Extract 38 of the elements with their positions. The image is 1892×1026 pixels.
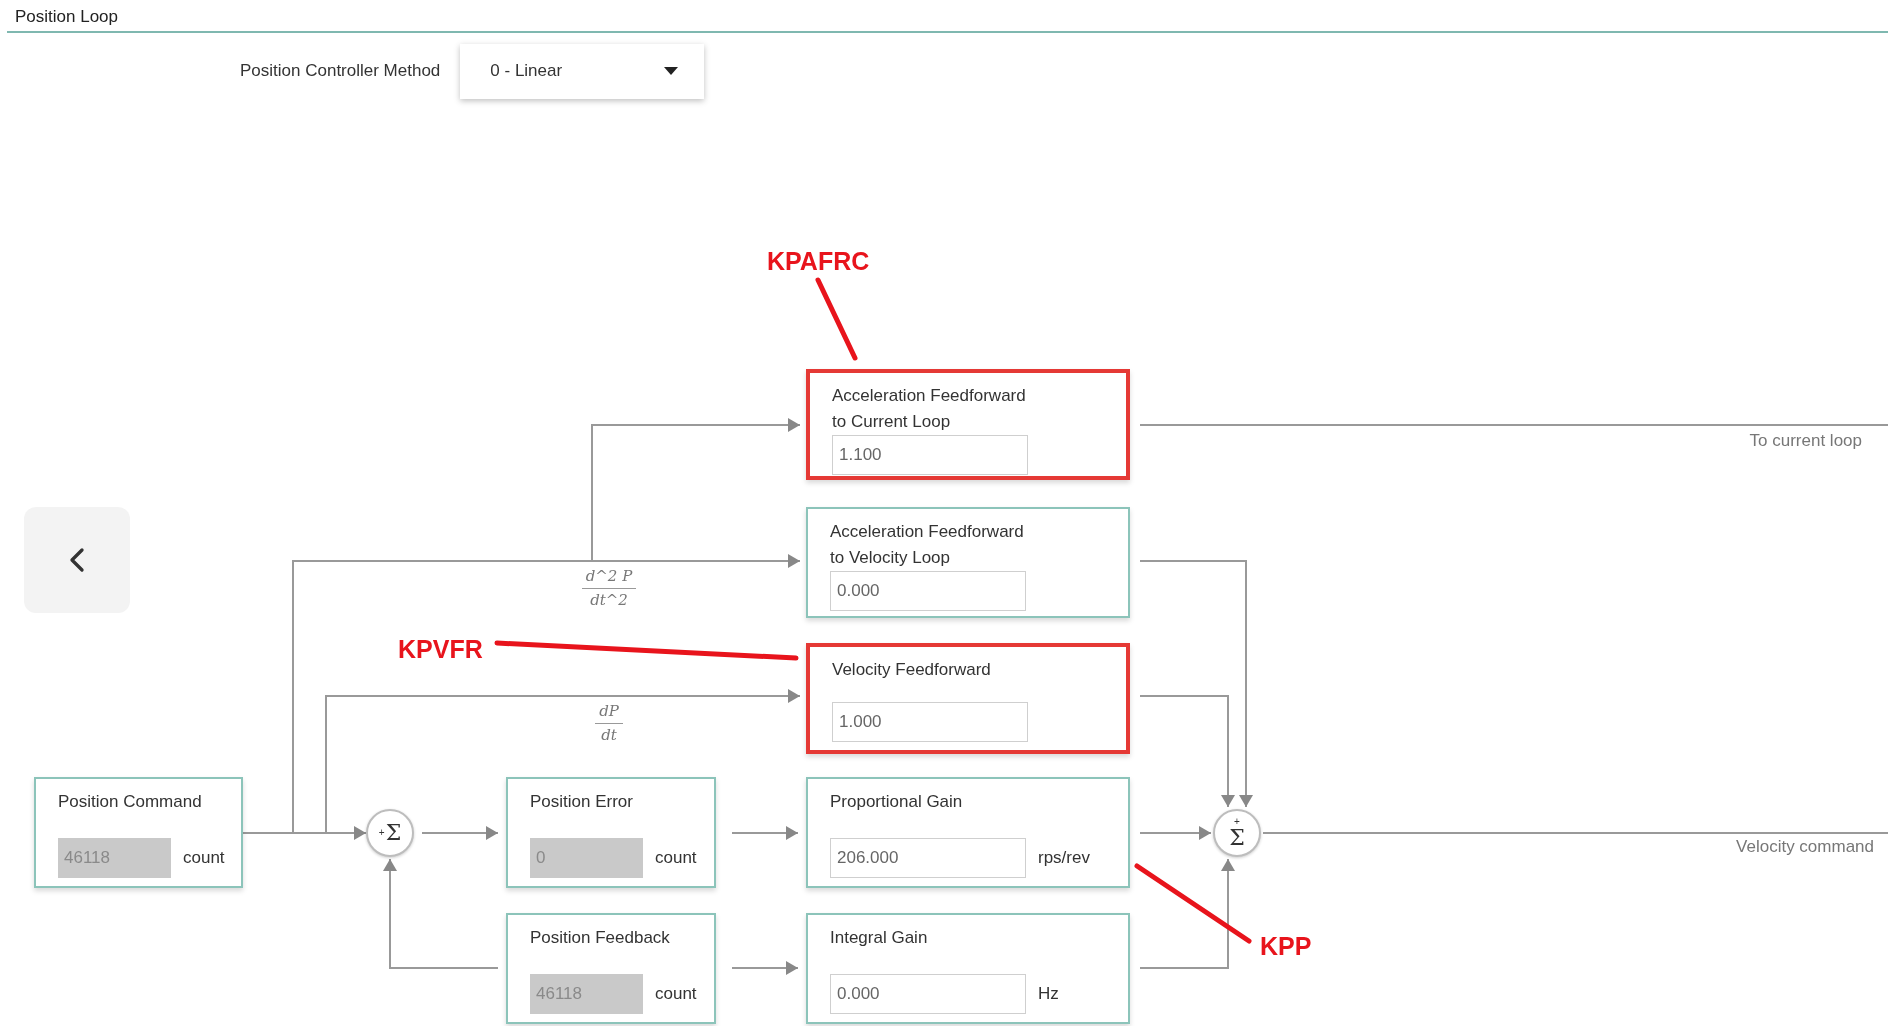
block-title: Velocity Feedforward xyxy=(832,659,992,681)
block-title: Position Feedback xyxy=(530,927,671,949)
block-title: Integral Gain xyxy=(830,927,929,949)
annotation-label: KPP xyxy=(1260,931,1312,962)
annotation-label: KPAFRC xyxy=(767,246,870,277)
output-label: Velocity command xyxy=(1736,836,1874,858)
connector-arrow xyxy=(731,961,799,975)
readout-field: 46118 xyxy=(530,974,643,1014)
input-field[interactable]: 1.000 xyxy=(832,702,1028,742)
annotation-label: KPVFR xyxy=(398,634,483,665)
readout-field: 0 xyxy=(530,838,643,878)
block-title: Acceleration Feedforward to Current Loop xyxy=(832,385,1027,433)
input-field[interactable]: 0.000 xyxy=(830,571,1026,611)
input-field[interactable]: 1.100 xyxy=(832,435,1028,475)
unit-label: Hz xyxy=(1038,983,1059,1006)
output-label: To current loop xyxy=(1749,430,1862,452)
summing-junction: +Σ xyxy=(366,809,414,857)
block-title: Position Error xyxy=(530,791,634,813)
section-title: Position Loop xyxy=(15,7,119,26)
block-title: Position Command xyxy=(58,791,203,813)
readout-field: 46118 xyxy=(58,838,171,878)
block-title: Acceleration Feedforward to Velocity Loop xyxy=(830,521,1025,569)
block-title: Proportional Gain xyxy=(830,791,964,813)
unit-label: count xyxy=(655,847,697,870)
input-field[interactable]: 0.000 xyxy=(830,974,1026,1014)
input-field[interactable]: 206.000 xyxy=(830,838,1026,878)
fraction-numerator: dP xyxy=(595,700,623,724)
method-dropdown[interactable]: 0 - Linear xyxy=(460,43,705,99)
unit-label: rps/rev xyxy=(1038,847,1090,870)
field-label: Position Controller Method xyxy=(240,60,441,83)
fraction-numerator: d^2 P xyxy=(581,565,637,589)
unit-label: count xyxy=(655,983,697,1006)
caret-icon xyxy=(664,67,679,75)
summing-junction: + Σ xyxy=(1213,809,1261,857)
unit-label: count xyxy=(183,847,225,870)
back-button[interactable] xyxy=(24,507,130,613)
fraction-denominator: dt^2 xyxy=(590,589,628,611)
fraction-denominator: dt xyxy=(601,724,617,746)
